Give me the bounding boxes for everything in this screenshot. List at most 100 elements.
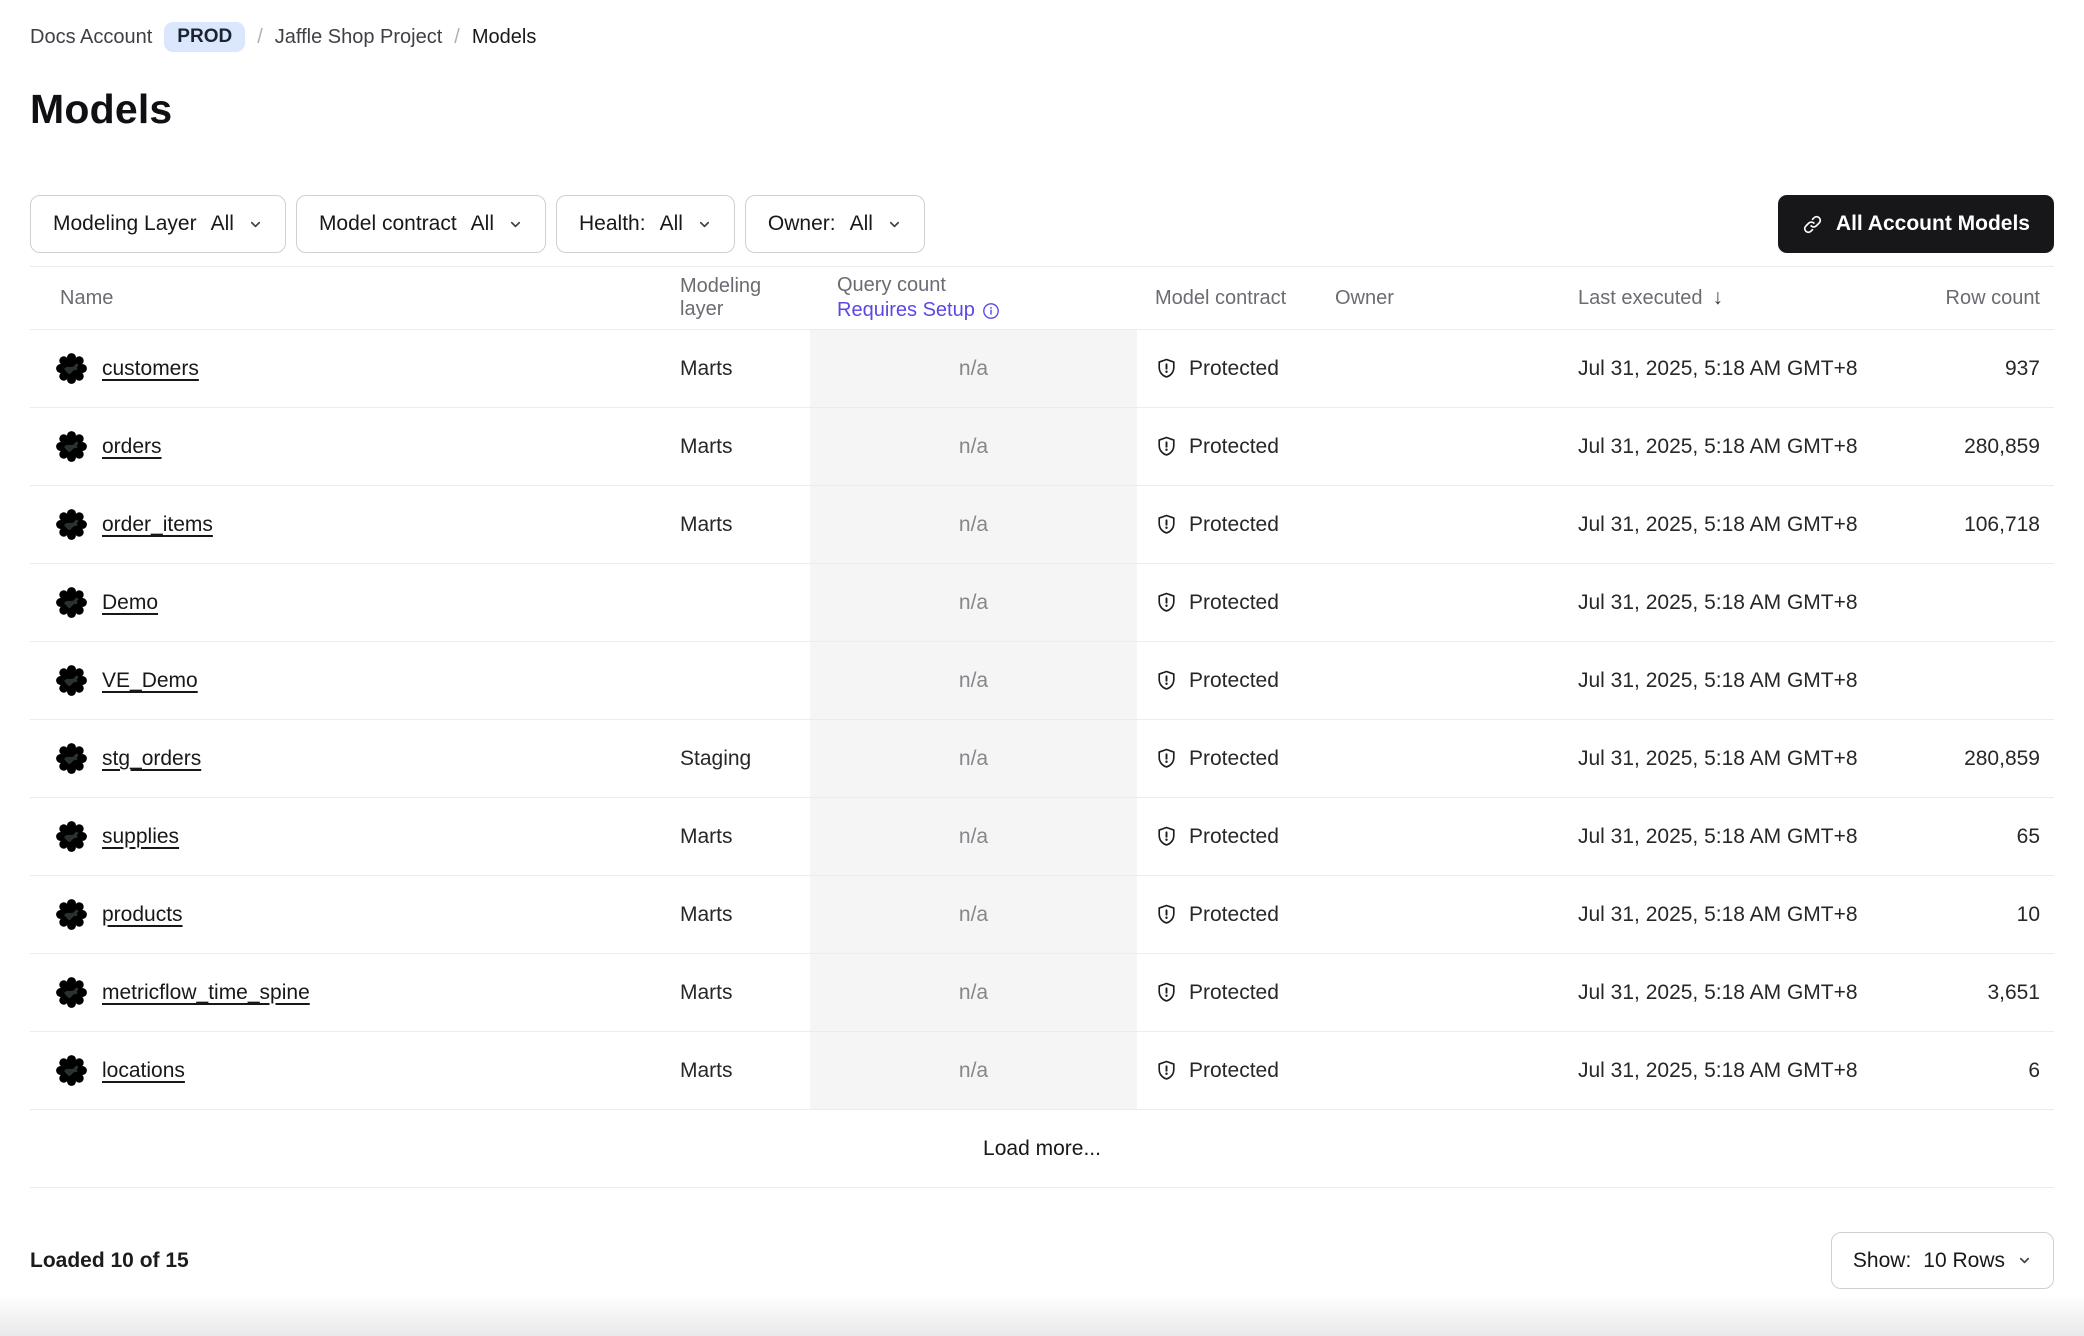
last-executed-cell: Jul 31, 2025, 5:18 AM GMT+8 [1560, 486, 1900, 563]
column-header-modeling-layer: Modeling layer [680, 275, 810, 321]
status-warning-icon [56, 509, 87, 540]
chevron-down-icon [508, 217, 523, 232]
status-warning-icon [56, 431, 87, 462]
query-count-cell: n/a [810, 954, 1137, 1031]
status-warning-icon [56, 1055, 87, 1086]
column-header-row-count: Row count [1900, 287, 2054, 310]
breadcrumb-separator: / [257, 26, 263, 49]
model-contract-cell: Protected [1137, 1032, 1320, 1109]
model-name-link[interactable]: products [102, 903, 183, 927]
page-title: Models [30, 86, 2054, 133]
all-account-models-button[interactable]: All Account Models [1778, 195, 2054, 253]
modeling-layer-cell [680, 642, 810, 719]
shield-exclamation-icon [1155, 435, 1178, 458]
model-contract-cell: Protected [1137, 798, 1320, 875]
status-warning-icon [56, 899, 87, 930]
owner-filter[interactable]: Owner: All [745, 195, 925, 253]
table-row: metricflow_time_spine Marts n/a Protecte… [30, 954, 2054, 1032]
chevron-down-icon [887, 217, 902, 232]
last-executed-cell: Jul 31, 2025, 5:18 AM GMT+8 [1560, 642, 1900, 719]
model-name-link[interactable]: VE_Demo [102, 669, 198, 693]
model-name-link[interactable]: Demo [102, 591, 158, 615]
table-row: products Marts n/a Protected Jul 31, 202… [30, 876, 2054, 954]
filter-label: Model contract [319, 212, 457, 236]
page-bottom-fade [0, 1294, 2084, 1336]
table-row: stg_orders Staging n/a Protected Jul 31,… [30, 720, 2054, 798]
load-more-button[interactable]: Load more... [983, 1137, 1101, 1161]
breadcrumb-project[interactable]: Jaffle Shop Project [275, 26, 443, 49]
query-count-cell: n/a [810, 408, 1137, 485]
row-count-cell: 937 [1900, 330, 2054, 407]
owner-cell [1320, 486, 1560, 563]
last-executed-cell: Jul 31, 2025, 5:18 AM GMT+8 [1560, 720, 1900, 797]
loaded-count-status: Loaded 10 of 15 [30, 1249, 189, 1273]
model-name-link[interactable]: customers [102, 357, 199, 381]
row-count-cell: 106,718 [1900, 486, 2054, 563]
modeling-layer-cell: Marts [680, 954, 810, 1031]
query-count-cell: n/a [810, 876, 1137, 953]
row-count-cell: 10 [1900, 876, 2054, 953]
model-contract-cell: Protected [1137, 408, 1320, 485]
table-row: Demo n/a Protected Jul 31, 2025, 5:18 AM… [30, 564, 2054, 642]
modeling-layer-cell: Marts [680, 876, 810, 953]
chevron-down-icon [248, 217, 263, 232]
filter-value: All [471, 212, 494, 236]
owner-cell [1320, 408, 1560, 485]
shield-exclamation-icon [1155, 591, 1178, 614]
model-name-link[interactable]: stg_orders [102, 747, 201, 771]
last-executed-cell: Jul 31, 2025, 5:18 AM GMT+8 [1560, 876, 1900, 953]
info-circle-icon[interactable] [982, 302, 1000, 320]
filter-value: All [660, 212, 683, 236]
owner-cell [1320, 1032, 1560, 1109]
row-count-cell [1900, 642, 2054, 719]
shield-exclamation-icon [1155, 669, 1178, 692]
filter-label: Modeling Layer [53, 212, 197, 236]
table-body: customers Marts n/a Protected Jul 31, 20… [30, 330, 2054, 1110]
owner-cell [1320, 642, 1560, 719]
breadcrumb: Docs Account PROD / Jaffle Shop Project … [30, 0, 2054, 52]
health-filter[interactable]: Health: All [556, 195, 735, 253]
last-executed-cell: Jul 31, 2025, 5:18 AM GMT+8 [1560, 798, 1900, 875]
modeling-layer-cell: Marts [680, 1032, 810, 1109]
model-contract-cell: Protected [1137, 954, 1320, 1031]
model-contract-cell: Protected [1137, 330, 1320, 407]
column-header-last-executed[interactable]: Last executed ↓ [1560, 286, 1900, 310]
chevron-down-icon [697, 217, 712, 232]
query-count-cell: n/a [810, 642, 1137, 719]
status-success-icon [56, 743, 87, 774]
breadcrumb-account[interactable]: Docs Account [30, 26, 152, 49]
row-count-cell: 3,651 [1900, 954, 2054, 1031]
table-header-row: Name Modeling layer Query count Requires… [30, 266, 2054, 330]
shield-exclamation-icon [1155, 1059, 1178, 1082]
model-name-link[interactable]: locations [102, 1059, 185, 1083]
row-count-cell [1900, 564, 2054, 641]
table-row: supplies Marts n/a Protected Jul 31, 202… [30, 798, 2054, 876]
status-warning-icon [56, 353, 87, 384]
modeling-layer-filter[interactable]: Modeling Layer All [30, 195, 286, 253]
models-page: Docs Account PROD / Jaffle Shop Project … [0, 0, 2084, 1336]
model-name-link[interactable]: order_items [102, 513, 213, 537]
chevron-down-icon [2017, 1253, 2032, 1268]
last-executed-cell: Jul 31, 2025, 5:18 AM GMT+8 [1560, 1032, 1900, 1109]
shield-exclamation-icon [1155, 747, 1178, 770]
last-executed-cell: Jul 31, 2025, 5:18 AM GMT+8 [1560, 330, 1900, 407]
table-row: VE_Demo n/a Protected Jul 31, 2025, 5:18… [30, 642, 2054, 720]
model-name-link[interactable]: metricflow_time_spine [102, 981, 310, 1005]
model-contract-filter[interactable]: Model contract All [296, 195, 546, 253]
model-name-link[interactable]: supplies [102, 825, 179, 849]
query-count-cell: n/a [810, 330, 1137, 407]
owner-cell [1320, 330, 1560, 407]
query-count-cell: n/a [810, 564, 1137, 641]
requires-setup-link[interactable]: Requires Setup [837, 299, 1000, 322]
show-rows-dropdown[interactable]: Show: 10 Rows [1831, 1232, 2054, 1289]
table-row: customers Marts n/a Protected Jul 31, 20… [30, 330, 2054, 408]
shield-exclamation-icon [1155, 357, 1178, 380]
row-count-cell: 280,859 [1900, 408, 2054, 485]
modeling-layer-cell: Staging [680, 720, 810, 797]
model-name-link[interactable]: orders [102, 435, 162, 459]
model-contract-cell: Protected [1137, 486, 1320, 563]
status-warning-icon [56, 977, 87, 1008]
all-account-models-label: All Account Models [1836, 212, 2030, 236]
filter-value: All [211, 212, 234, 236]
model-contract-cell: Protected [1137, 876, 1320, 953]
